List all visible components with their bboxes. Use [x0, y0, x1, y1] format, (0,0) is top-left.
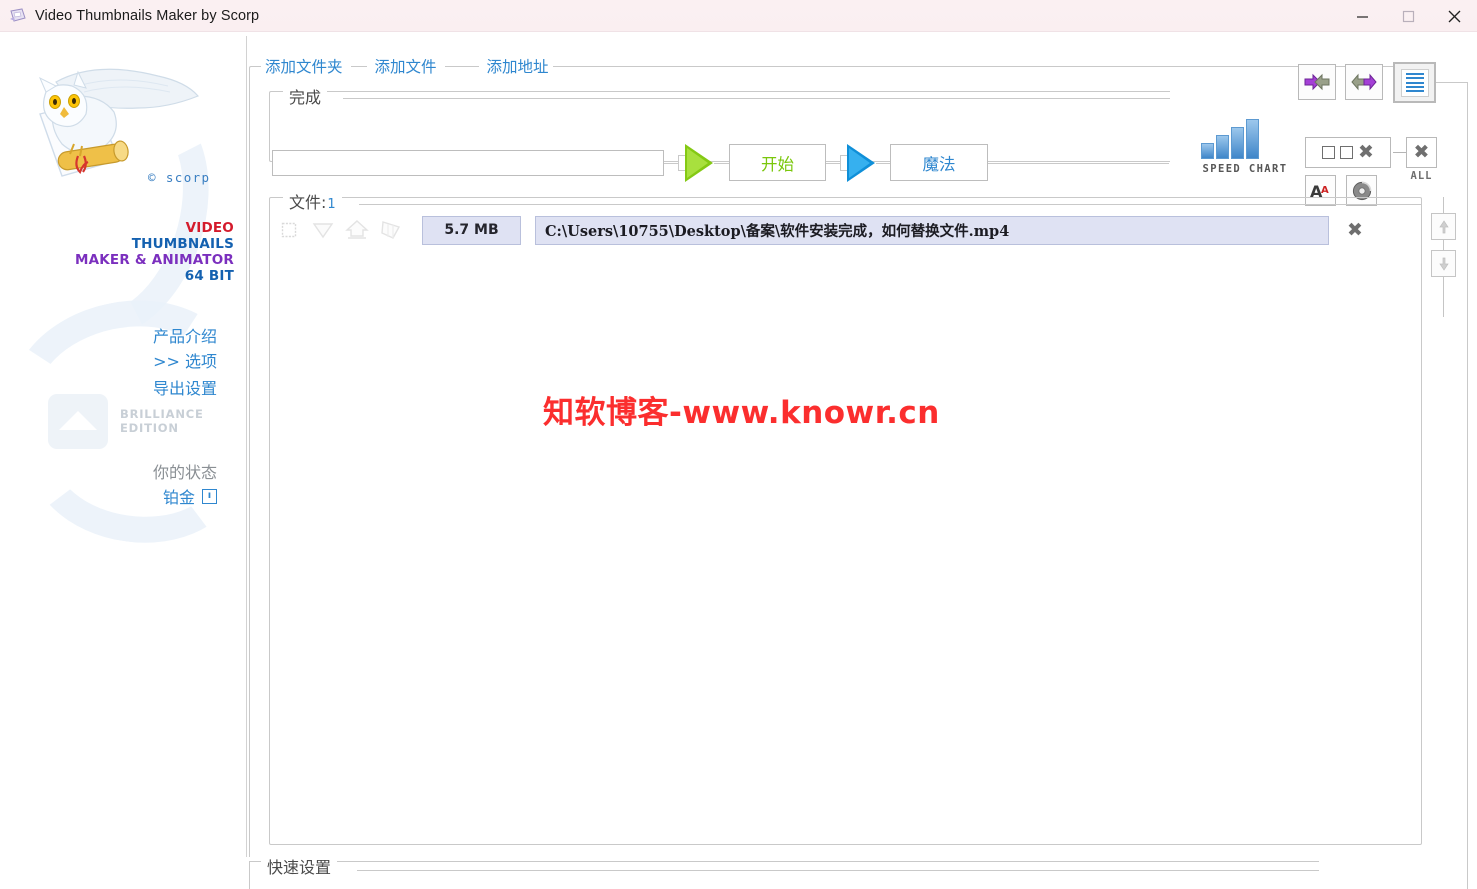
quick-settings-top-line: [357, 870, 1319, 871]
product-name-line4: 64 BIT: [184, 268, 234, 284]
title-bar: Video Thumbnails Maker by Scorp: [0, 0, 1477, 32]
product-name: VIDEO THUMBNAILS MAKER & ANIMATOR 64 BIT: [75, 220, 234, 284]
files-legend: 文件: 1: [283, 189, 342, 213]
status-badge: 铂金: [162, 488, 195, 507]
square-glyph: [1340, 146, 1354, 159]
window-title: Video Thumbnails Maker by Scorp: [35, 7, 260, 24]
remove-icon[interactable]: ✖: [1341, 216, 1369, 244]
tab-add-address[interactable]: 添加地址: [487, 55, 549, 77]
sidebar-link-export-settings[interactable]: 导出设置: [153, 375, 217, 399]
quick-settings-frame: [249, 861, 1319, 889]
shield-icon[interactable]: [306, 215, 340, 245]
done-top-line: [343, 98, 1170, 99]
product-name-line1: VIDEO: [185, 220, 234, 236]
connector-line: [876, 163, 890, 164]
files-count: 1: [327, 197, 336, 212]
files-legend-text: 文件:: [289, 193, 327, 212]
svg-text:A: A: [1321, 185, 1329, 196]
tab-add-folder[interactable]: 添加文件夹: [265, 55, 343, 77]
tab-separator: [350, 65, 367, 67]
bar-chart-icon: [1201, 119, 1259, 159]
app-window-icon: [9, 7, 27, 25]
connector-line: [714, 163, 729, 164]
snowy-owl-scroll-logo: [18, 52, 218, 212]
edition-line1: BRILLIANCE: [120, 407, 204, 421]
files-top-line: [359, 204, 1422, 205]
sidebar-link-options[interactable]: >> 选项: [153, 348, 217, 372]
arrow-down-icon[interactable]: [1431, 250, 1456, 277]
arrow-up-icon[interactable]: [1431, 213, 1456, 240]
watermark-text: 知软博客-www.knowr.cn: [543, 395, 940, 431]
file-path-cell[interactable]: C:\Users\10755\Desktop\备案\软件安装完成，如何替换文件.…: [535, 215, 1329, 245]
edition-line2: EDITION: [120, 421, 179, 435]
connector-line: [664, 163, 678, 164]
close-connector-line: [1393, 152, 1406, 153]
close-all-icon[interactable]: ✖: [1406, 137, 1437, 168]
square-glyph: [1322, 146, 1336, 159]
layers-icon[interactable]: [374, 215, 408, 245]
close-button[interactable]: [1431, 0, 1477, 32]
play-arrow-green-highlight: [687, 148, 708, 178]
speed-chart[interactable]: SPEED CHART: [1195, 113, 1295, 175]
play-arrow-blue-highlight: [849, 148, 870, 178]
files-group-frame: [269, 197, 1422, 845]
info-icon[interactable]: ı: [202, 488, 217, 504]
mountain-triangle-icon: [48, 394, 108, 449]
file-size-cell: 5.7 MB: [422, 215, 521, 245]
close-selected-icon[interactable]: ✖: [1305, 137, 1391, 168]
window-controls: [1339, 0, 1477, 32]
main-content: 添加文件夹 添加文件 添加地址 完成 开始 魔法 SPEED CHART ✖ ✖…: [247, 32, 1477, 889]
connector-line: [826, 163, 840, 164]
status-label: 你的状态: [152, 463, 217, 482]
close-all-label: ALL: [1410, 170, 1433, 182]
x-glyph: ✖: [1358, 141, 1374, 163]
import-arrows-icon[interactable]: [1298, 64, 1336, 100]
list-view-icon[interactable]: [1393, 62, 1436, 103]
sidebar: © scorp VIDEO THUMBNAILS MAKER & ANIMATO…: [0, 32, 246, 857]
product-name-line3: MAKER & ANIMATOR: [74, 252, 234, 268]
quick-settings-legend: 快速设置: [261, 854, 338, 878]
progress-bar[interactable]: [272, 150, 664, 176]
connector-line: [988, 163, 1169, 164]
sidebar-link-product-intro[interactable]: 产品介绍: [153, 323, 217, 347]
speed-chart-label: SPEED CHART: [1202, 163, 1288, 175]
x-glyph: ✖: [1413, 141, 1430, 163]
maximize-button[interactable]: [1385, 0, 1431, 32]
toolbar-vertical-line: [1467, 82, 1468, 889]
source-tabs: 添加文件夹 添加文件 添加地址: [261, 55, 553, 77]
done-legend: 完成: [283, 84, 328, 108]
start-button[interactable]: 开始: [729, 144, 826, 181]
edition-label: BRILLIANCE EDITION: [120, 407, 204, 435]
minimize-button[interactable]: [1339, 0, 1385, 32]
checkbox-icon[interactable]: [272, 215, 306, 245]
house-icon[interactable]: [340, 215, 374, 245]
status-value-row[interactable]: 铂金 ı: [163, 484, 217, 508]
export-arrows-icon[interactable]: [1345, 64, 1383, 100]
toolbar-connector-line: [1436, 82, 1468, 83]
copyright-label: © scorp: [148, 170, 211, 185]
tab-add-file[interactable]: 添加文件: [375, 55, 437, 77]
product-name-line2: THUMBNAILS: [131, 236, 234, 252]
magic-button[interactable]: 魔法: [890, 144, 988, 181]
table-row[interactable]: 5.7 MB C:\Users\10755\Desktop\备案\软件安装完成，…: [272, 209, 1400, 251]
tab-separator: [444, 65, 479, 67]
